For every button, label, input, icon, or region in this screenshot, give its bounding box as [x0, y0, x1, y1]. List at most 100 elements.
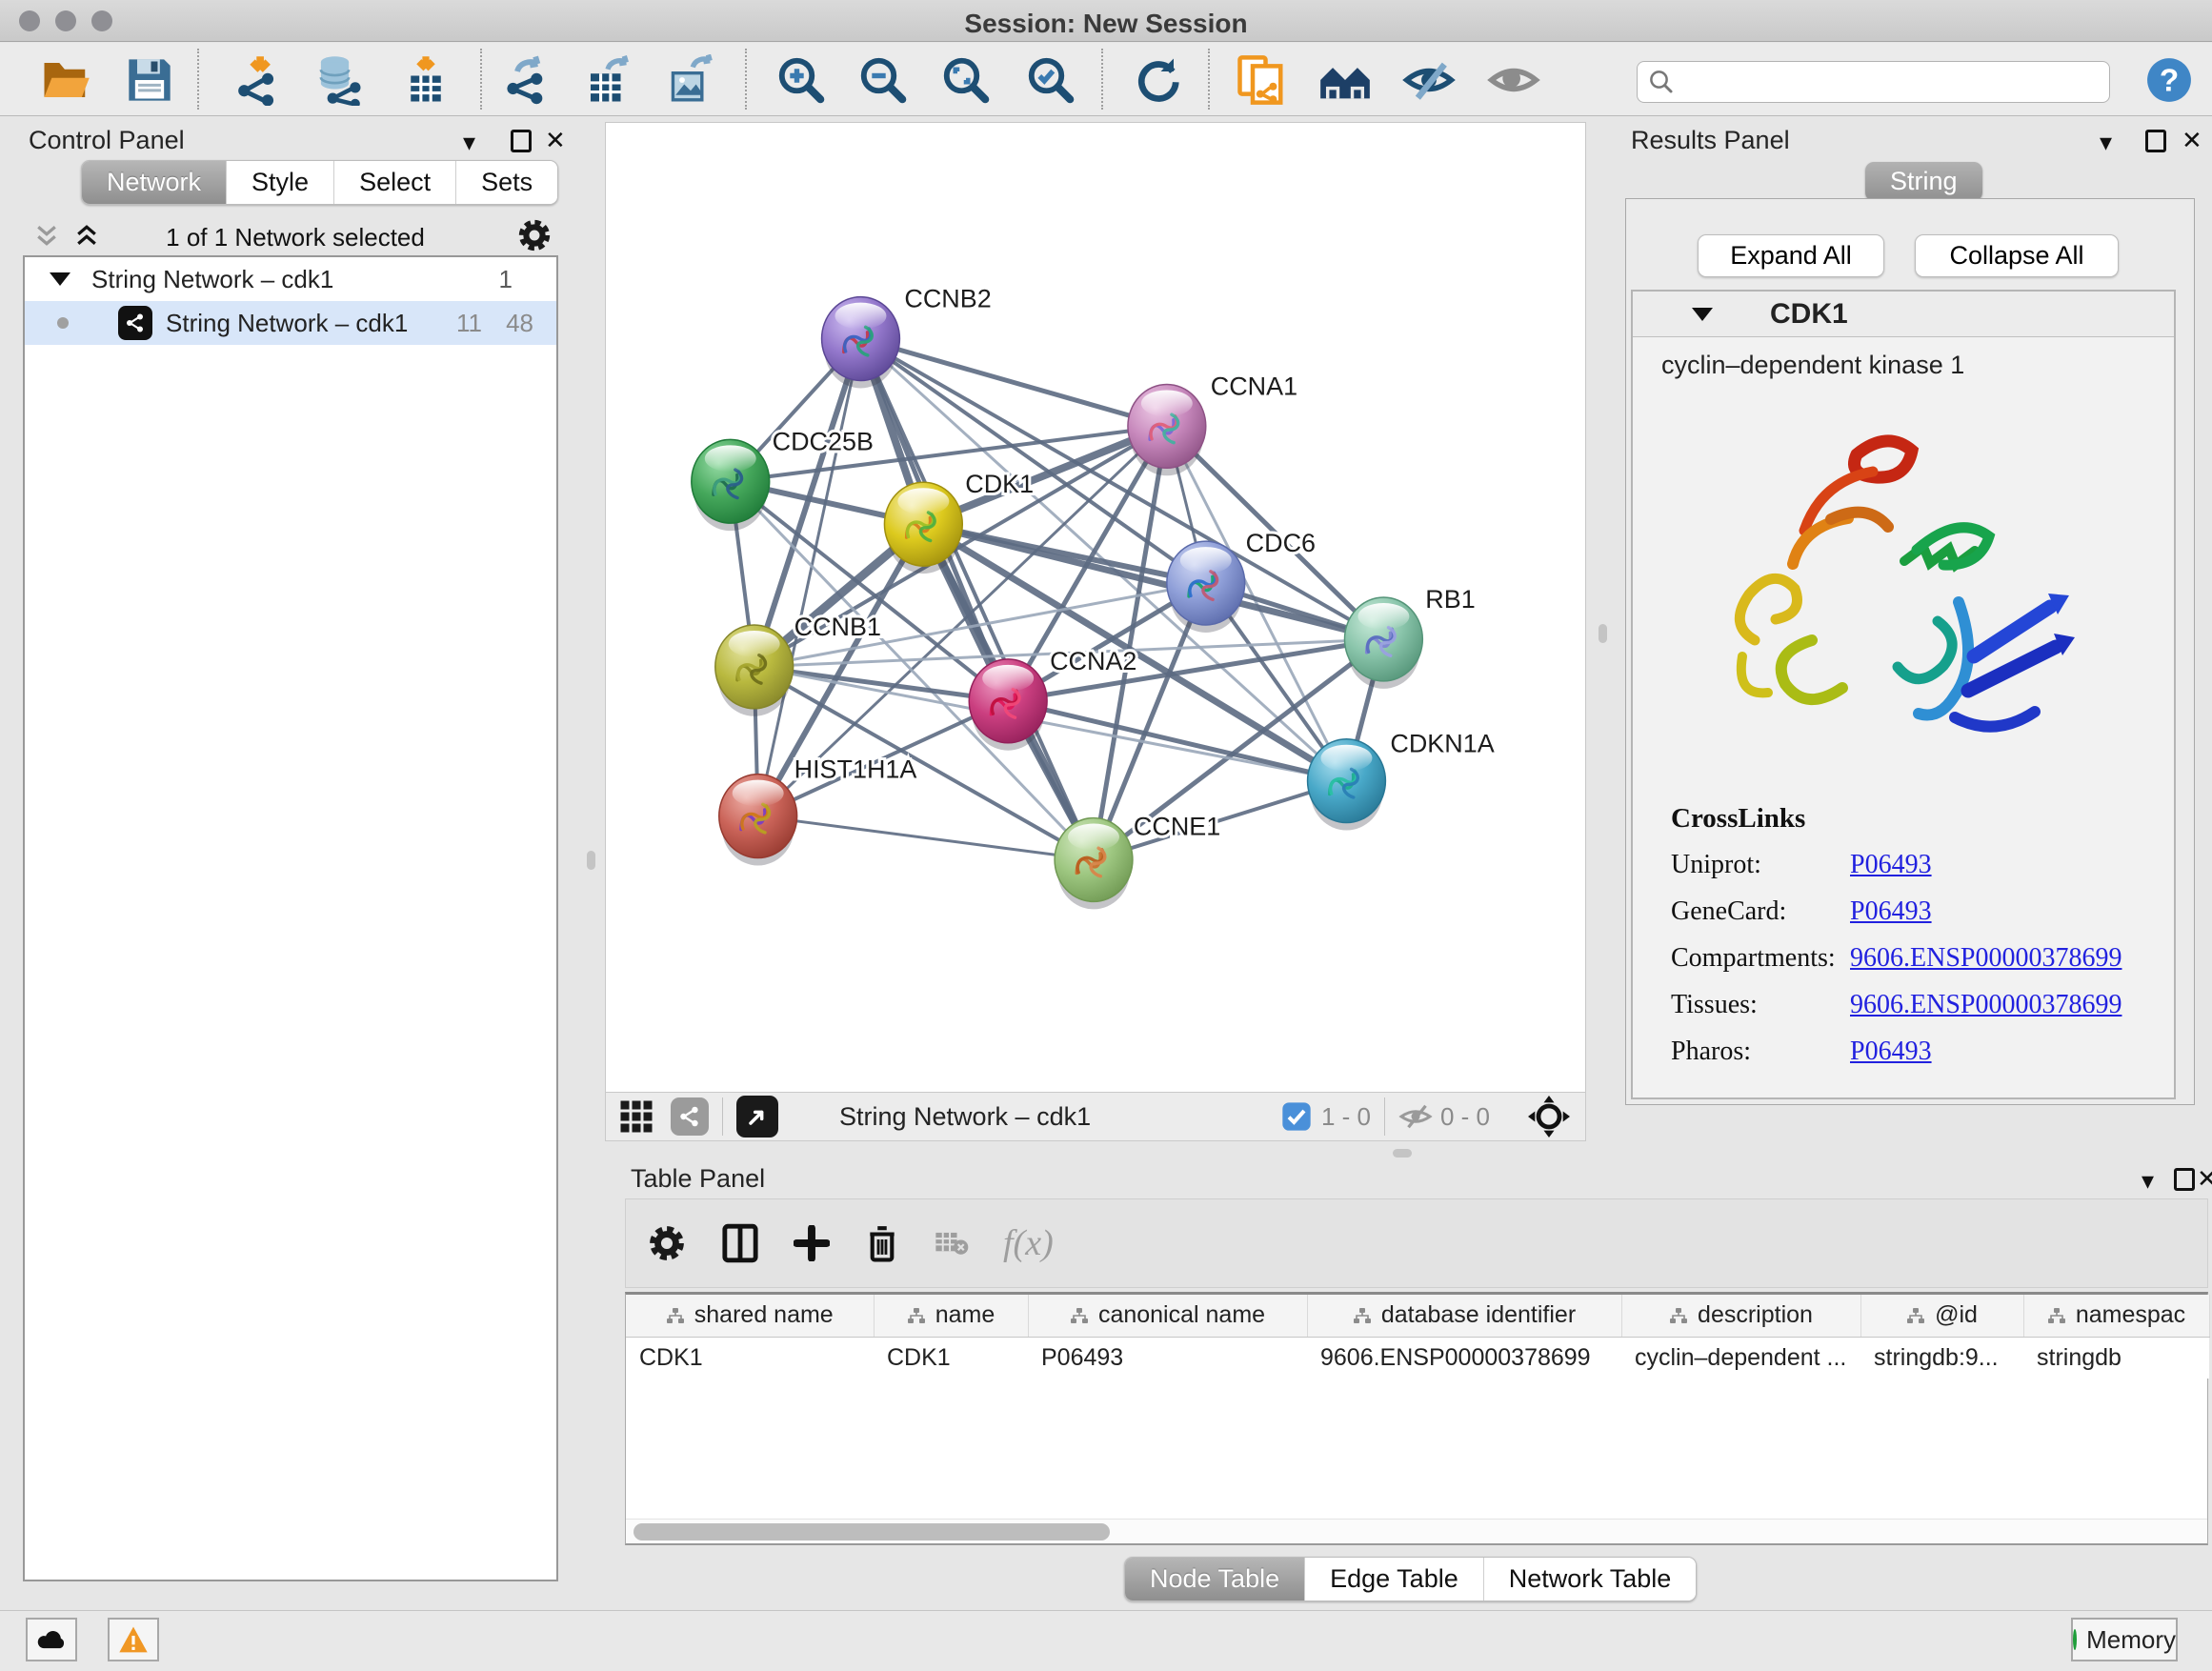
network-edge[interactable]: [758, 339, 861, 816]
hidden-eye-icon[interactable]: [1398, 1099, 1433, 1134]
expand-all-button[interactable]: Expand All: [1698, 234, 1884, 277]
network-edge[interactable]: [1008, 701, 1346, 781]
tab-style[interactable]: Style: [227, 161, 334, 204]
tab-select[interactable]: Select: [334, 161, 456, 204]
crosslink-link[interactable]: 9606.ENSP00000378699: [1850, 943, 2122, 974]
collapse-all-networks-icon[interactable]: [32, 221, 61, 250]
expand-all-networks-icon[interactable]: [72, 221, 101, 250]
cloud-status-button[interactable]: [26, 1618, 77, 1661]
table-cell[interactable]: stringdb: [2023, 1337, 2209, 1379]
tab-network-table[interactable]: Network Table: [1484, 1558, 1697, 1601]
tab-sets[interactable]: Sets: [456, 161, 557, 204]
selected-checkbox-icon[interactable]: [1281, 1101, 1312, 1132]
table-row[interactable]: CDK1CDK1P064939606.ENSP00000378699cyclin…: [626, 1337, 2209, 1379]
column-header[interactable]: database identifier: [1307, 1295, 1621, 1337]
collapse-all-button[interactable]: Collapse All: [1915, 234, 2119, 277]
network-node[interactable]: CDKN1A: [1308, 730, 1495, 831]
delete-column-icon[interactable]: [864, 1223, 900, 1263]
export-table-icon[interactable]: [580, 52, 635, 108]
export-image-icon[interactable]: [663, 52, 718, 108]
zoom-fit-icon[interactable]: [938, 52, 994, 108]
network-node[interactable]: HIST1H1A: [719, 755, 917, 866]
collection-expand-icon[interactable]: [50, 272, 70, 286]
table-cell[interactable]: 9606.ENSP00000378699: [1307, 1337, 1621, 1379]
network-node[interactable]: CCNE1: [1055, 813, 1220, 910]
table-type-tabs: Node Table Edge Table Network Table: [1124, 1557, 1697, 1601]
table-panel-float-icon[interactable]: [2174, 1168, 2195, 1196]
bottom-splitter-handle[interactable]: [1393, 1149, 1412, 1158]
first-neighbors-icon[interactable]: [1317, 52, 1373, 108]
import-network-icon[interactable]: [231, 52, 287, 108]
network-row-selected[interactable]: String Network – cdk1 11 48: [25, 301, 556, 345]
left-splitter-handle[interactable]: [587, 851, 595, 870]
search-input[interactable]: [1676, 69, 2085, 95]
table-cell[interactable]: P06493: [1028, 1337, 1307, 1379]
protein-card-header[interactable]: CDK1: [1633, 292, 2174, 337]
results-panel-close-icon[interactable]: ✕: [2182, 126, 2202, 155]
table-cell[interactable]: stringdb:9...: [1860, 1337, 2023, 1379]
help-icon[interactable]: ?: [2142, 52, 2197, 108]
network-panel-gear-icon[interactable]: [516, 217, 553, 253]
save-session-icon[interactable]: [122, 52, 177, 108]
column-header[interactable]: shared name: [626, 1295, 874, 1337]
network-collection-row[interactable]: String Network – cdk1 1: [25, 257, 556, 301]
crosslink-link[interactable]: P06493: [1850, 1037, 1932, 1067]
table-horizontal-scrollbar[interactable]: [626, 1519, 2207, 1543]
table-panel-menu-icon[interactable]: ▾: [2142, 1166, 2154, 1196]
right-splitter-handle[interactable]: [1599, 624, 1607, 643]
hide-selected-icon[interactable]: [1401, 52, 1457, 108]
column-header[interactable]: @id: [1860, 1295, 2023, 1337]
zoom-selected-icon[interactable]: [1023, 52, 1078, 108]
show-all-icon[interactable]: [1486, 52, 1541, 108]
control-panel-menu-icon[interactable]: ▾: [463, 128, 475, 157]
results-panel-menu-icon[interactable]: ▾: [2100, 128, 2112, 157]
control-panel-close-icon[interactable]: ✕: [545, 126, 566, 155]
table-cell[interactable]: cyclin–dependent ...: [1621, 1337, 1860, 1379]
show-columns-icon[interactable]: [721, 1223, 759, 1263]
export-network-icon[interactable]: [498, 52, 553, 108]
fit-content-crosshair-icon[interactable]: [1528, 1096, 1570, 1137]
tab-string[interactable]: String: [1865, 162, 1982, 201]
network-share-icon: [118, 306, 152, 340]
table-cell[interactable]: CDK1: [874, 1337, 1028, 1379]
crosslink-link[interactable]: P06493: [1850, 896, 1932, 927]
refresh-icon[interactable]: [1129, 52, 1184, 108]
clone-network-icon[interactable]: [1234, 52, 1289, 108]
results-panel-float-icon[interactable]: [2145, 130, 2166, 157]
grid-view-icon[interactable]: [619, 1099, 654, 1134]
network-node[interactable]: CCNA1: [1128, 372, 1297, 475]
toolbar-separator: [1101, 49, 1103, 110]
protein-card-expand-icon[interactable]: [1692, 308, 1713, 321]
network-node[interactable]: CDC25B: [692, 427, 874, 531]
column-header[interactable]: description: [1621, 1295, 1860, 1337]
network-edge[interactable]: [758, 816, 1094, 860]
column-header[interactable]: name: [874, 1295, 1028, 1337]
crosslink-link[interactable]: 9606.ENSP00000378699: [1850, 990, 2122, 1020]
zoom-in-icon[interactable]: [774, 52, 829, 108]
column-header[interactable]: namespac: [2023, 1295, 2209, 1337]
control-panel-float-icon[interactable]: [511, 130, 532, 157]
tab-edge-table[interactable]: Edge Table: [1305, 1558, 1484, 1601]
table-panel-close-icon[interactable]: ✕: [2197, 1164, 2212, 1194]
scrollbar-thumb[interactable]: [633, 1523, 1110, 1540]
network-edge[interactable]: [860, 339, 1166, 427]
create-column-icon[interactable]: [794, 1225, 830, 1261]
memory-button[interactable]: Memory: [2071, 1618, 2178, 1661]
table-cell[interactable]: CDK1: [626, 1337, 874, 1379]
network-share-view-icon[interactable]: [671, 1097, 709, 1136]
open-session-icon[interactable]: [38, 52, 93, 108]
crosslink-link[interactable]: P06493: [1850, 850, 1932, 880]
zoom-out-icon[interactable]: [855, 52, 911, 108]
network-canvas[interactable]: CCNB2CCNA1CDC25BCDK1CDC6RB1CCNB1CCNA2CDK…: [605, 122, 1586, 1092]
tab-node-table[interactable]: Node Table: [1125, 1558, 1305, 1601]
tab-network[interactable]: Network: [82, 161, 227, 204]
import-table-icon[interactable]: [398, 52, 453, 108]
table-gear-icon[interactable]: [647, 1223, 687, 1263]
network-node[interactable]: RB1: [1344, 585, 1475, 689]
birds-eye-view-icon[interactable]: [736, 1096, 778, 1137]
search-box[interactable]: [1637, 61, 2110, 103]
memory-label: Memory: [2086, 1625, 2176, 1655]
import-network-database-icon[interactable]: [312, 52, 367, 108]
warning-status-button[interactable]: [108, 1618, 159, 1661]
column-header[interactable]: canonical name: [1028, 1295, 1307, 1337]
